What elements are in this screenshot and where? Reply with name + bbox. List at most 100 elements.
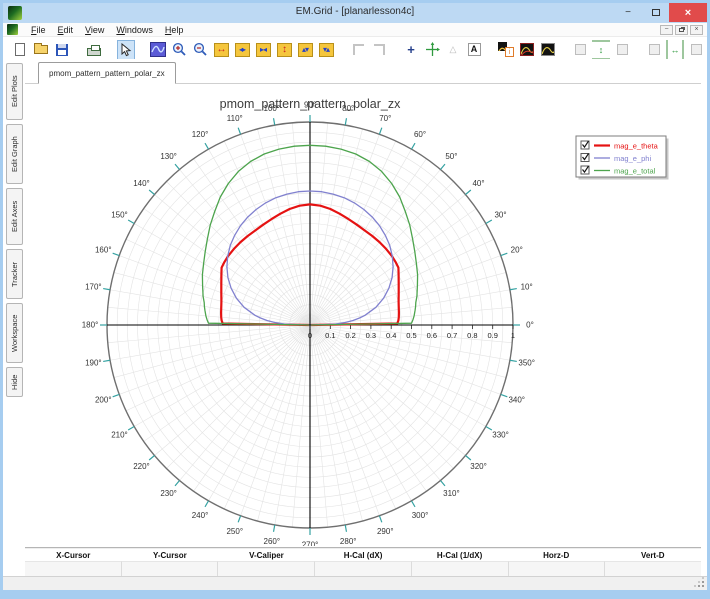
h-distribute-button[interactable]: ↔ bbox=[666, 40, 684, 60]
svg-text:0.6: 0.6 bbox=[427, 331, 437, 340]
tracker-axes-button[interactable] bbox=[423, 40, 441, 60]
svg-text:220°: 220° bbox=[133, 462, 150, 471]
tracker-axes-icon bbox=[425, 42, 440, 57]
h-fit-icon: ▸◂ bbox=[256, 43, 271, 57]
save-button[interactable] bbox=[53, 40, 71, 60]
corner-tool-left-button[interactable] bbox=[349, 40, 367, 60]
svg-text:350°: 350° bbox=[518, 359, 535, 368]
tab-pmom-pattern-polar-zx[interactable]: pmom_pattern_pattern_polar_zx bbox=[38, 62, 176, 84]
svg-text:50°: 50° bbox=[445, 152, 457, 161]
v-zoom-full-button[interactable]: ↕ bbox=[275, 40, 293, 60]
v-caliper-value bbox=[217, 561, 314, 576]
gray-box-icon bbox=[575, 44, 586, 55]
x-cursor-header: X-Cursor bbox=[25, 551, 122, 560]
y-cursor-header: Y-Cursor bbox=[122, 551, 219, 560]
zoom-in-icon bbox=[172, 42, 187, 57]
zoom-out-button[interactable] bbox=[191, 40, 209, 60]
svg-text:0.3: 0.3 bbox=[366, 331, 376, 340]
minimize-button[interactable]: − bbox=[615, 3, 641, 22]
sidebar-item-edit-plots[interactable]: Edit Plots bbox=[6, 63, 23, 120]
h-scroll-icon: ◂▸ bbox=[235, 43, 250, 57]
sidebar-item-workspace[interactable]: Workspace bbox=[6, 303, 23, 363]
sidebar-item-edit-axes[interactable]: Edit Axes bbox=[6, 188, 23, 245]
h-cal-dx-value bbox=[314, 561, 411, 576]
svg-text:0°: 0° bbox=[526, 321, 534, 330]
maximize-button[interactable] bbox=[643, 3, 669, 22]
shape-tool-button[interactable]: △ bbox=[444, 40, 462, 60]
svg-text:60°: 60° bbox=[414, 130, 426, 139]
maximize-icon bbox=[652, 9, 660, 16]
h-scroll-button[interactable]: ◂▸ bbox=[233, 40, 251, 60]
corner-right-icon bbox=[374, 44, 385, 55]
corner-tool-right-button[interactable] bbox=[370, 40, 388, 60]
add-marker-button[interactable]: + bbox=[402, 40, 420, 60]
sidebar-item-tracker[interactable]: Tracker bbox=[6, 249, 23, 299]
app-window: EM.Grid - [planarlesson4c] − × File Edit… bbox=[0, 0, 710, 599]
plot-info-button[interactable]: i bbox=[497, 40, 515, 60]
svg-text:mag_e_theta: mag_e_theta bbox=[614, 141, 659, 150]
svg-text:140°: 140° bbox=[133, 179, 150, 188]
pan-plot-icon bbox=[150, 42, 166, 57]
v-fit-icon: ▾▴ bbox=[319, 43, 334, 57]
plot-wave-red-icon bbox=[520, 43, 534, 56]
cursor-arrow-icon bbox=[120, 43, 132, 57]
menu-view[interactable]: View bbox=[79, 25, 110, 35]
v-scroll-button[interactable]: ▴▾ bbox=[296, 40, 314, 60]
h-fit-button[interactable]: ▸◂ bbox=[254, 40, 272, 60]
zoom-in-button[interactable] bbox=[170, 40, 188, 60]
v-expand-icon: ↕ bbox=[277, 43, 292, 57]
menu-windows[interactable]: Windows bbox=[110, 25, 159, 35]
svg-text:210°: 210° bbox=[111, 431, 128, 440]
mdi-restore-button[interactable] bbox=[675, 25, 688, 35]
svg-text:340°: 340° bbox=[508, 396, 525, 405]
gray-box-icon bbox=[617, 44, 628, 55]
text-label-button[interactable]: A bbox=[465, 40, 483, 60]
horz-d-value bbox=[508, 561, 605, 576]
pan-plot-button[interactable] bbox=[149, 40, 167, 60]
svg-text:20°: 20° bbox=[511, 245, 523, 254]
svg-text:70°: 70° bbox=[379, 114, 391, 123]
menu-help[interactable]: Help bbox=[159, 25, 190, 35]
h-cal-1dx-value bbox=[411, 561, 508, 576]
pointer-tool-button[interactable] bbox=[117, 40, 135, 60]
plot-style-dark-button[interactable] bbox=[539, 40, 557, 60]
resize-grip[interactable] bbox=[702, 585, 704, 587]
open-file-button[interactable] bbox=[32, 40, 50, 60]
menu-file[interactable]: File bbox=[25, 25, 52, 35]
v-distribute-button[interactable]: ↕ bbox=[592, 40, 610, 60]
sidebar-item-hide[interactable]: Hide bbox=[6, 367, 23, 397]
v-align-left-box[interactable] bbox=[571, 40, 589, 60]
close-button[interactable]: × bbox=[669, 3, 707, 22]
mdi-minimize-button[interactable]: − bbox=[660, 25, 673, 35]
svg-text:250°: 250° bbox=[226, 527, 243, 536]
status-bar bbox=[3, 576, 707, 590]
mdi-close-button[interactable]: × bbox=[690, 25, 703, 35]
gray-box-icon bbox=[691, 44, 702, 55]
plot-info-icon: i bbox=[498, 42, 514, 57]
open-folder-icon bbox=[34, 45, 48, 54]
svg-text:130°: 130° bbox=[160, 152, 177, 161]
vert-d-value bbox=[604, 561, 701, 576]
svg-text:0.7: 0.7 bbox=[447, 331, 457, 340]
print-button[interactable] bbox=[85, 40, 103, 60]
v-fit-button[interactable]: ▾▴ bbox=[317, 40, 335, 60]
menu-edit[interactable]: Edit bbox=[52, 25, 80, 35]
polar-plot-area[interactable]: 0°10°20°30°40°50°60°70°80°90°100°110°120… bbox=[25, 84, 700, 546]
cursor-values bbox=[25, 561, 701, 576]
plot-style-red-button[interactable] bbox=[518, 40, 536, 60]
vert-d-header: Vert-D bbox=[604, 551, 701, 560]
svg-text:0.4: 0.4 bbox=[386, 331, 396, 340]
menu-bar: File Edit View Windows Help − × bbox=[3, 23, 707, 37]
h-align-right-box[interactable] bbox=[687, 40, 705, 60]
svg-text:200°: 200° bbox=[95, 396, 112, 405]
horz-d-header: Horz-D bbox=[508, 551, 605, 560]
svg-text:0.9: 0.9 bbox=[487, 331, 497, 340]
new-file-button[interactable] bbox=[11, 40, 29, 60]
text-label-icon: A bbox=[468, 43, 481, 56]
h-zoom-full-button[interactable]: ↔ bbox=[212, 40, 230, 60]
h-align-left-box[interactable] bbox=[645, 40, 663, 60]
svg-text:150°: 150° bbox=[111, 211, 128, 220]
sidebar-item-edit-graph[interactable]: Edit Graph bbox=[6, 124, 23, 184]
h-expand-icon: ↔ bbox=[214, 43, 229, 57]
v-align-right-box[interactable] bbox=[613, 40, 631, 60]
